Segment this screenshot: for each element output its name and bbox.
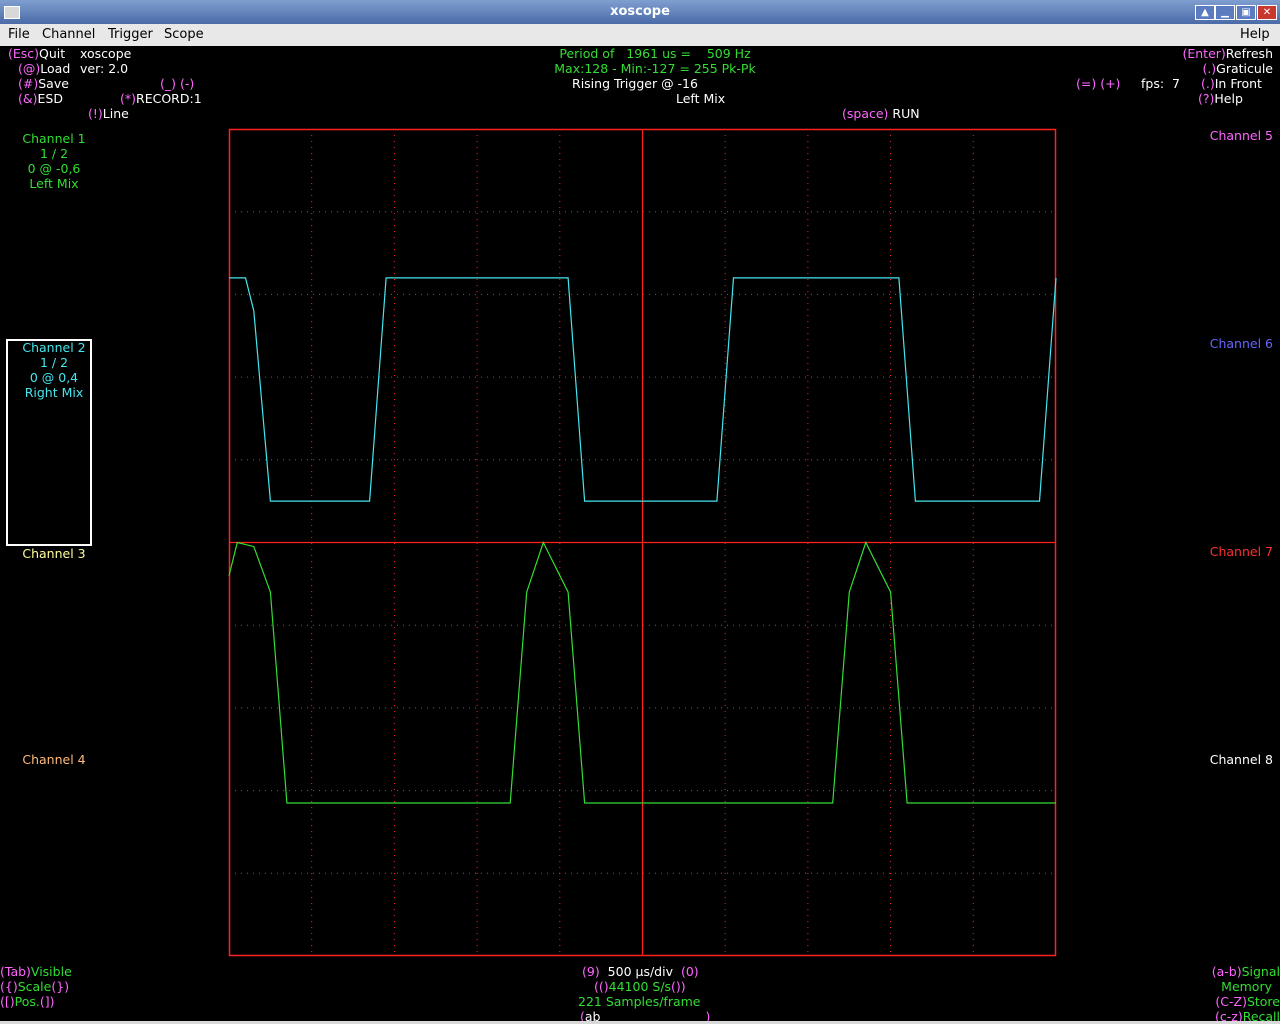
timebase-readout: 500 µs/div: [607, 964, 673, 979]
rate-readout: 44100 S/s: [608, 979, 672, 994]
pos-key-left: ([): [0, 994, 15, 1009]
pos-command[interactable]: ([)Pos.(]): [0, 994, 55, 1009]
rate-control[interactable]: (()44100 S/s()): [594, 979, 686, 994]
scale-key-right: (}): [51, 979, 70, 994]
visible-label: Visible: [30, 964, 72, 979]
pos-key-right: (]): [39, 994, 55, 1009]
samples-readout: 221 Samples/frame: [578, 994, 701, 1009]
timebase-key-left: (9): [582, 964, 600, 979]
signal-command[interactable]: (a-b)Signal: [1100, 964, 1280, 979]
scale-key-left: ({): [0, 979, 18, 994]
memory-label: Memory: [1221, 979, 1272, 994]
rate-key-left: ((): [594, 979, 609, 994]
pos-label: Pos.: [14, 994, 40, 1009]
graticule: [228, 128, 1057, 957]
visible-key: (Tab): [0, 964, 31, 979]
store-label: Store: [1246, 994, 1280, 1009]
rate-key-right: ()): [671, 979, 686, 994]
timebase-key-right: (0): [680, 964, 699, 979]
timebase-control[interactable]: (9) 500 µs/div (0): [582, 964, 699, 979]
scale-command[interactable]: ({)Scale(}): [0, 979, 69, 994]
scope-display: [228, 128, 1057, 957]
signal-label: Signal: [1241, 964, 1280, 979]
store-key: (C-Z): [1215, 994, 1247, 1009]
signal-key: (a-b): [1211, 964, 1242, 979]
store-command[interactable]: (C-Z)Store: [1100, 994, 1280, 1009]
scale-label: Scale: [17, 979, 52, 994]
visible-command[interactable]: (Tab)Visible: [0, 964, 72, 979]
